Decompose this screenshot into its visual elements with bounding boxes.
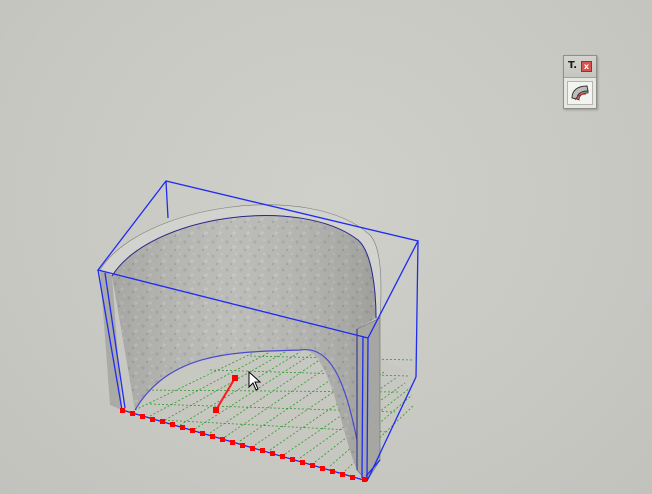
curved-wall-tool-button[interactable] — [567, 81, 593, 105]
toolbar-title: T. — [568, 60, 578, 71]
curved-wall-tool-icon — [571, 85, 589, 101]
floating-toolbar[interactable]: T. x — [563, 55, 597, 109]
toolbar-close-button[interactable]: x — [581, 61, 592, 72]
modeling-viewport[interactable]: T. x — [0, 0, 652, 494]
3d-scene[interactable] — [0, 0, 652, 494]
toolbar-titlebar[interactable]: T. x — [564, 56, 596, 78]
